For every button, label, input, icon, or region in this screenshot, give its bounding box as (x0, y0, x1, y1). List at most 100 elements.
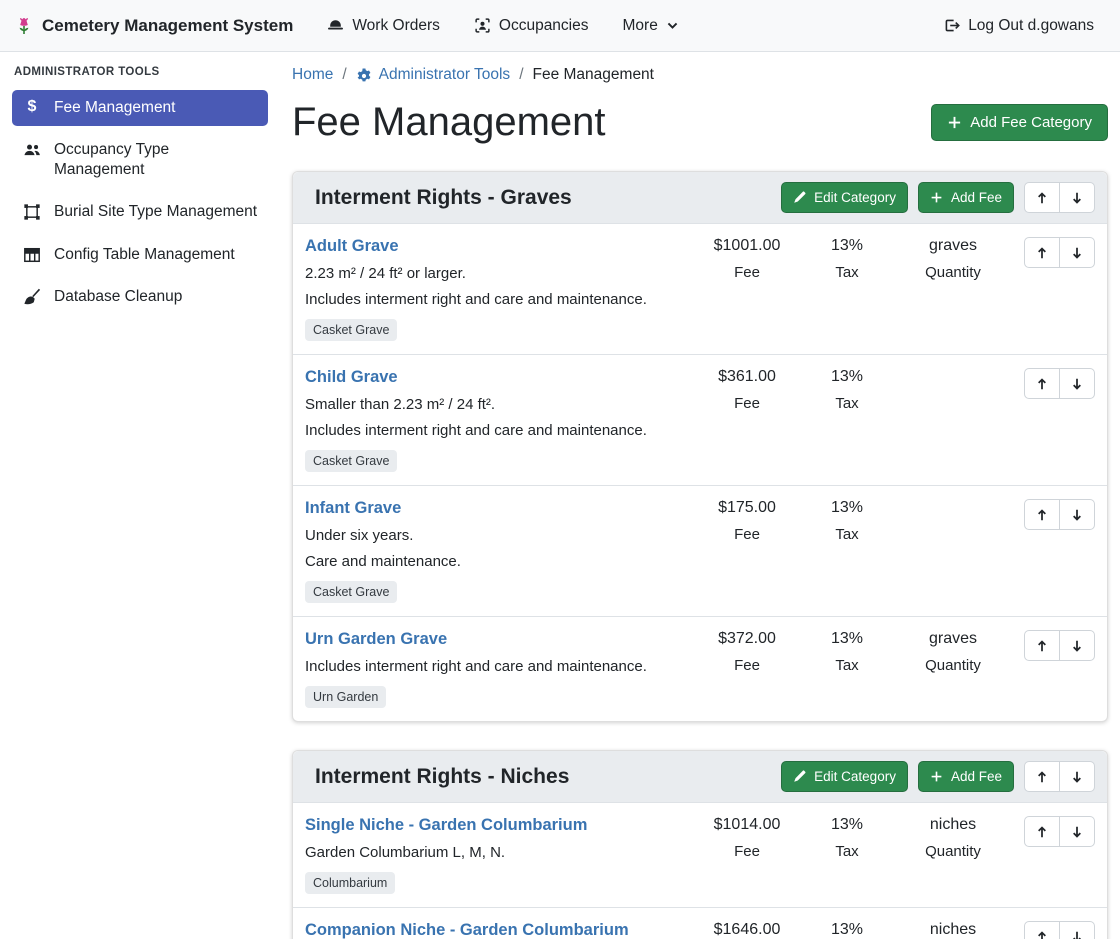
app-title: Cemetery Management System (42, 16, 293, 36)
edit-category-button[interactable]: Edit Category (781, 761, 908, 792)
gear-icon (356, 67, 372, 83)
breadcrumb-separator: / (519, 66, 523, 84)
quantity-label: Quantity (897, 657, 1009, 674)
fee-description: 2.23 m² / 24 ft² or larger. (305, 265, 687, 282)
quantity-unit: graves (897, 237, 1009, 255)
move-category-down-button[interactable] (1059, 182, 1095, 213)
sidebar-item-occupancy-type-management[interactable]: Occupancy Type Management (12, 132, 268, 188)
move-category-down-button[interactable] (1059, 761, 1095, 792)
fee-name-link[interactable]: Urn Garden Grave (305, 630, 447, 649)
fee-row: Adult Grave 2.23 m² / 24 ft² or larger. … (293, 224, 1107, 354)
quantity-col: niches Quantity (897, 921, 1009, 939)
move-fee-up-button[interactable] (1024, 816, 1060, 847)
plus-icon (930, 191, 943, 204)
fee-label: Fee (697, 657, 797, 674)
move-fee-down-button[interactable] (1059, 921, 1095, 939)
move-fee-up-button[interactable] (1024, 368, 1060, 399)
add-fee-button[interactable]: Add Fee (918, 761, 1014, 792)
tax-col: 13% Tax (797, 237, 897, 281)
fee-label: Fee (697, 843, 797, 860)
fee-name-link[interactable]: Child Grave (305, 368, 398, 387)
fee-row: Child Grave Smaller than 2.23 m² / 24 ft… (293, 354, 1107, 485)
breadcrumb-current: Fee Management (533, 66, 655, 84)
fee-category-card-niches: Interment Rights - Niches Edit Category … (292, 750, 1108, 939)
sidebar-item-label: Database Cleanup (54, 287, 182, 307)
add-fee-button[interactable]: Add Fee (918, 182, 1014, 213)
nav-occupancies[interactable]: Occupancies (462, 9, 601, 43)
chevron-down-icon (666, 19, 679, 32)
sidebar-item-label: Occupancy Type Management (54, 140, 258, 180)
tax-col: 13% Tax (797, 368, 897, 412)
tax-label: Tax (797, 526, 897, 543)
sidebar-item-database-cleanup[interactable]: Database Cleanup (12, 279, 268, 315)
move-category-up-button[interactable] (1024, 182, 1060, 213)
table-icon (22, 246, 42, 264)
fee-row: Single Niche - Garden Columbarium Garden… (293, 803, 1107, 907)
tax-col: 13% Tax (797, 630, 897, 674)
tax-value: 13% (797, 237, 897, 255)
tulip-logo-icon (14, 16, 34, 36)
sidebar-item-burial-site-type-management[interactable]: Burial Site Type Management (12, 194, 268, 230)
fee-amount: $1001.00 (697, 237, 797, 255)
move-fee-up-button[interactable] (1024, 237, 1060, 268)
breadcrumb-home-link[interactable]: Home (292, 66, 333, 84)
sidebar-item-label: Burial Site Type Management (54, 202, 257, 222)
fee-row: Companion Niche - Garden Columbarium Gar… (293, 907, 1107, 939)
page-title: Fee Management (292, 100, 606, 145)
category-header: Interment Rights - Niches Edit Category … (293, 751, 1107, 803)
nav-more[interactable]: More (611, 9, 691, 43)
sidebar-item-config-table-management[interactable]: Config Table Management (12, 237, 268, 273)
quantity-col: graves Quantity (897, 237, 1009, 281)
breadcrumb: Home / Administrator Tools / Fee Managem… (292, 66, 1108, 84)
tax-value: 13% (797, 816, 897, 834)
edit-category-button[interactable]: Edit Category (781, 182, 908, 213)
move-fee-down-button[interactable] (1059, 368, 1095, 399)
fee-amount-col: $1001.00 Fee (697, 237, 797, 281)
quantity-unit: niches (897, 816, 1009, 834)
move-category-up-button[interactable] (1024, 761, 1060, 792)
fee-type-badge: Casket Grave (305, 450, 397, 472)
fee-name-link[interactable]: Adult Grave (305, 237, 399, 256)
fee-amount-col: $175.00 Fee (697, 499, 797, 543)
fee-label: Fee (697, 526, 797, 543)
fee-description: Garden Columbarium L, M, N. (305, 844, 687, 861)
breadcrumb-admin-tools-link[interactable]: Administrator Tools (356, 66, 511, 84)
fee-name-link[interactable]: Infant Grave (305, 499, 401, 518)
fee-amount-col: $361.00 Fee (697, 368, 797, 412)
sidebar-item-label: Fee Management (54, 98, 176, 118)
move-fee-up-button[interactable] (1024, 630, 1060, 661)
app-brand[interactable]: Cemetery Management System (14, 16, 293, 36)
sidebar-item-label: Config Table Management (54, 245, 235, 265)
nav-work-orders[interactable]: Work Orders (315, 9, 452, 43)
move-fee-up-button[interactable] (1024, 499, 1060, 530)
add-fee-category-button[interactable]: Add Fee Category (931, 104, 1108, 141)
admin-sidebar: Administrator Tools $ Fee Management Occ… (0, 52, 280, 939)
move-fee-down-button[interactable] (1059, 499, 1095, 530)
sidebar-item-fee-management[interactable]: $ Fee Management (12, 90, 268, 126)
quantity-col: niches Quantity (897, 816, 1009, 860)
tax-label: Tax (797, 395, 897, 412)
fee-amount: $175.00 (697, 499, 797, 517)
tax-value: 13% (797, 921, 897, 939)
move-fee-up-button[interactable] (1024, 921, 1060, 939)
fee-description: Includes interment right and care and ma… (305, 291, 687, 308)
hard-hat-icon (327, 17, 344, 34)
quantity-label: Quantity (897, 264, 1009, 281)
quantity-unit: graves (897, 630, 1009, 648)
move-fee-down-button[interactable] (1059, 630, 1095, 661)
plus-icon (947, 115, 962, 130)
move-fee-down-button[interactable] (1059, 816, 1095, 847)
tax-value: 13% (797, 630, 897, 648)
quantity-col: graves Quantity (897, 630, 1009, 674)
plus-icon (930, 770, 943, 783)
fee-amount: $1014.00 (697, 816, 797, 834)
fee-description: Smaller than 2.23 m² / 24 ft². (305, 396, 687, 413)
tax-value: 13% (797, 368, 897, 386)
logout-link[interactable]: Log Out d.gowans (931, 9, 1106, 43)
category-fee-list: Single Niche - Garden Columbarium Garden… (293, 803, 1107, 939)
vector-square-icon (22, 203, 42, 221)
quantity-label: Quantity (897, 843, 1009, 860)
move-fee-down-button[interactable] (1059, 237, 1095, 268)
fee-name-link[interactable]: Single Niche - Garden Columbarium (305, 816, 587, 835)
fee-name-link[interactable]: Companion Niche - Garden Columbarium (305, 921, 629, 939)
